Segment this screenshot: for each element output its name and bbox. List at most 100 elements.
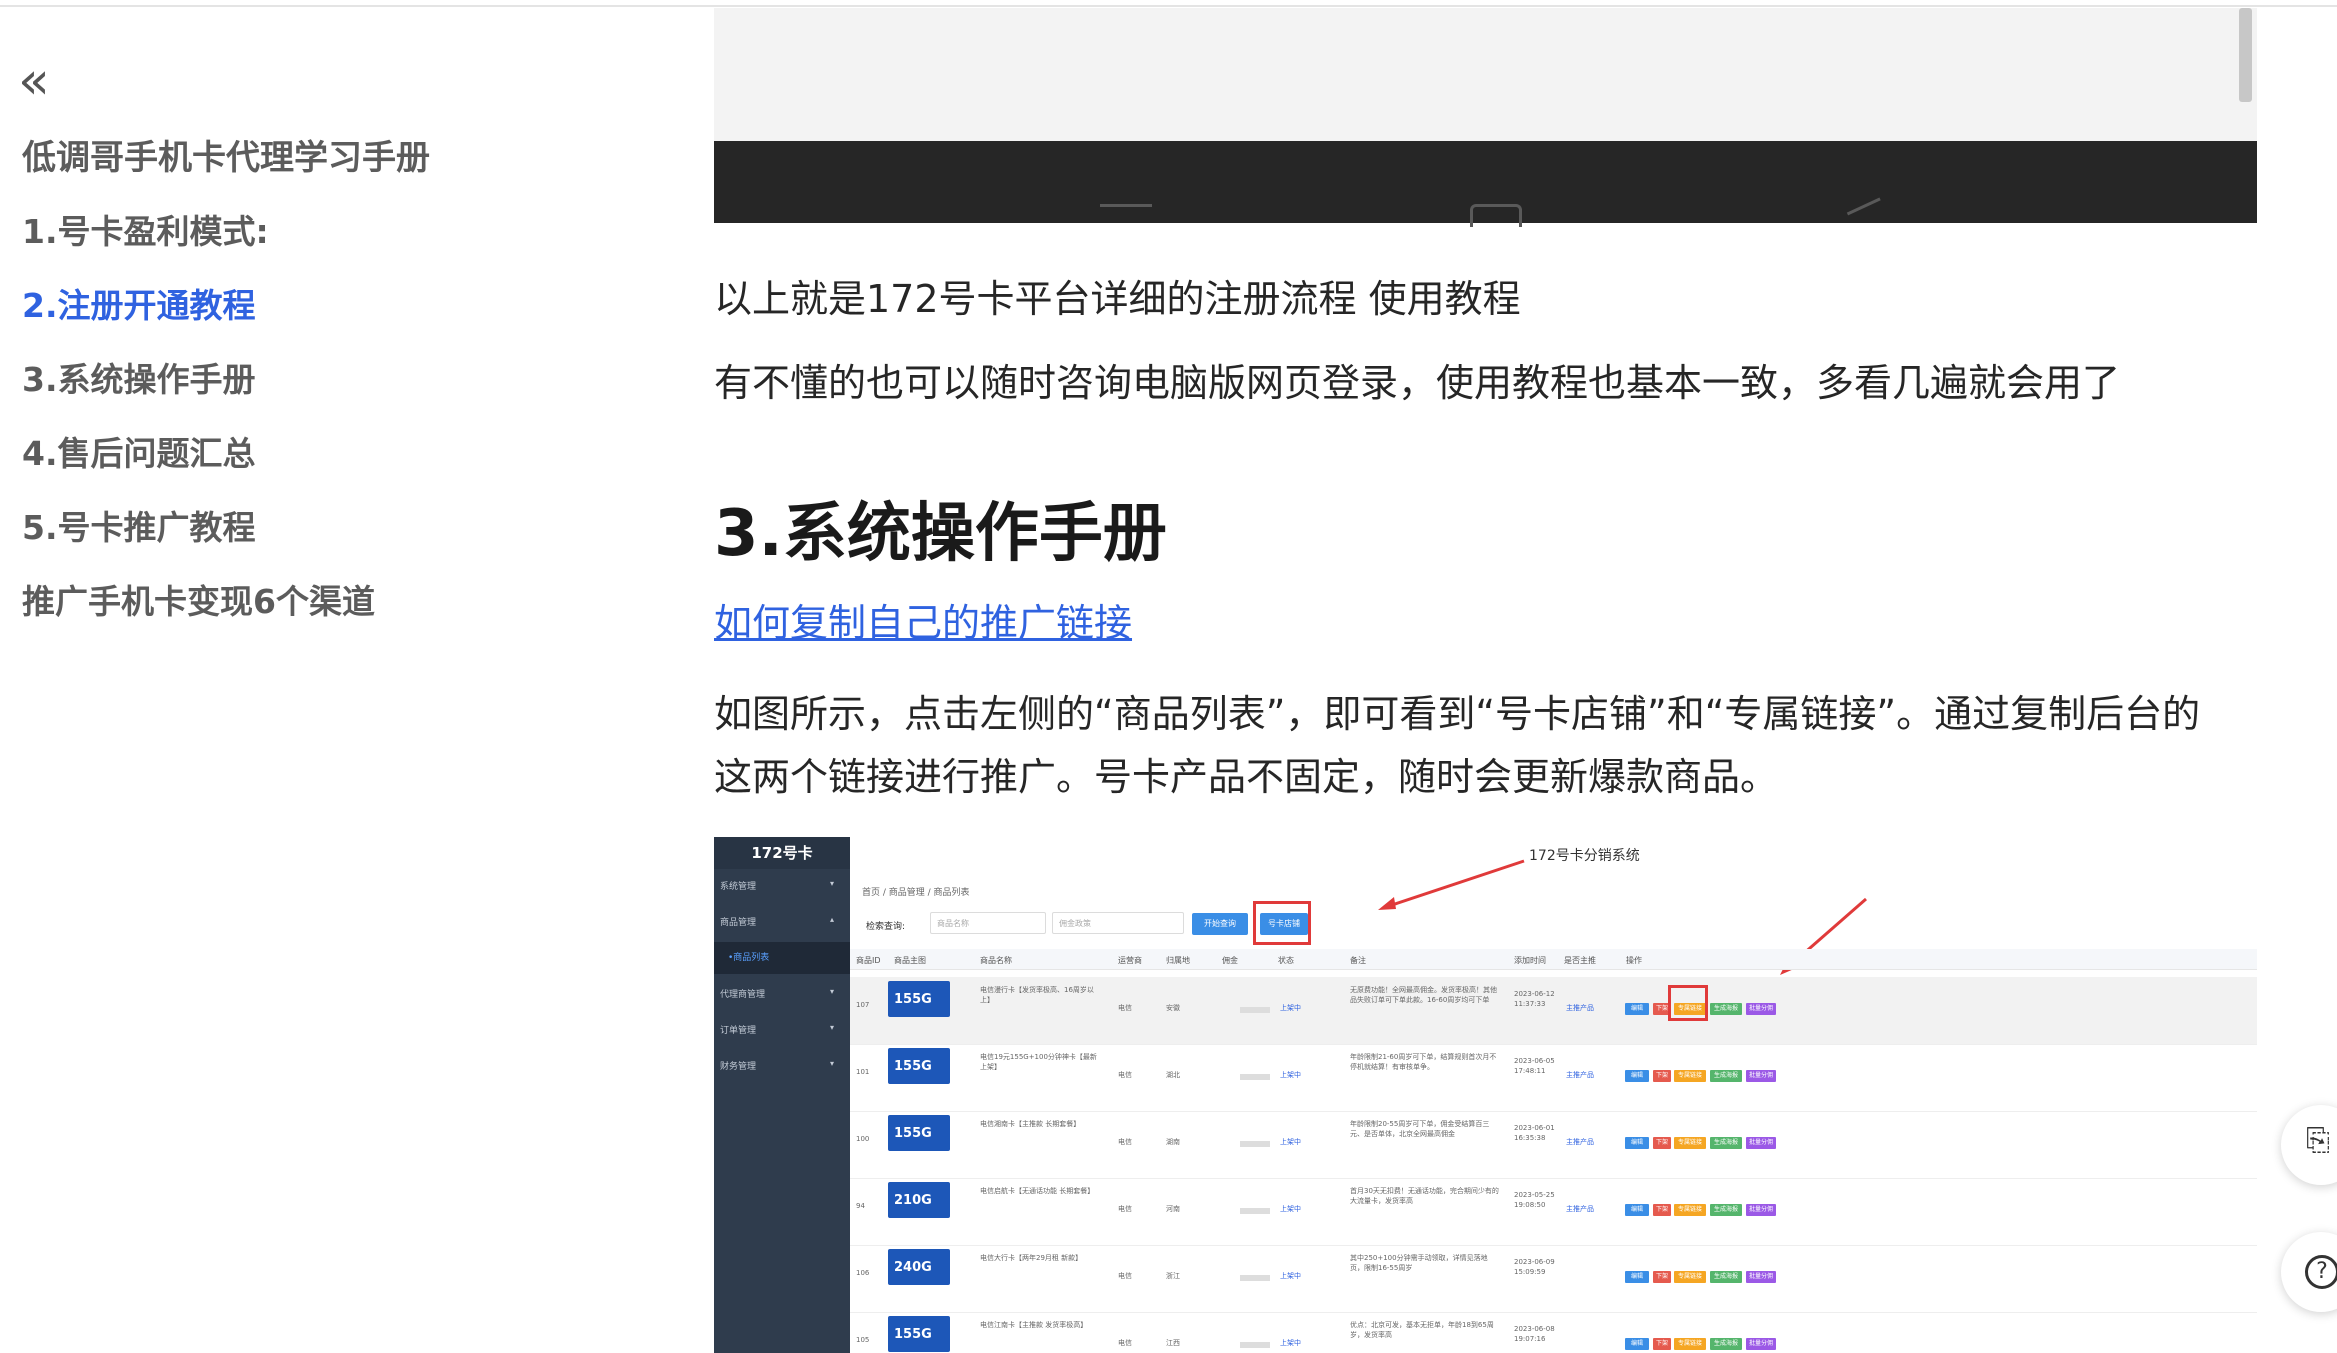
action-button: 生成海报: [1710, 1003, 1742, 1015]
row-id: 101: [856, 1068, 870, 1076]
row-time: 2023-06-05 17:48:11: [1514, 1057, 1555, 1075]
row-id: 106: [856, 1269, 870, 1277]
row-id: 94: [856, 1202, 865, 1210]
data-badge: 155G: [894, 992, 932, 1007]
collapse-sidebar-icon[interactable]: «: [18, 55, 50, 107]
help-float-button[interactable]: ?: [2281, 1232, 2337, 1312]
action-button: 下架: [1653, 1271, 1671, 1283]
action-button: 编辑: [1625, 1003, 1649, 1015]
data-badge: 155G: [894, 1059, 932, 1074]
commission-blurred: [1240, 1074, 1270, 1080]
action-button: 编辑: [1625, 1338, 1649, 1350]
table-row: 107 电信漫行卡【发货率极高、16周岁以上】 电信 安徽 上架中 无原费功能！全网最高佣…: [850, 977, 2257, 1045]
row-note: 年龄限制20-55周岁可下单，佣金受结算百三元、是否单体，北京全网最高佣金: [1350, 1120, 1490, 1138]
row-note: 其中250+100分钟需手动领取，详情见落地页，限制16-55周岁: [1350, 1254, 1488, 1272]
product-thumbnail: 155G: [888, 981, 950, 1017]
commission-blurred: [1240, 1007, 1270, 1013]
action-button: 下架: [1653, 1137, 1671, 1149]
action-button: 专属链接: [1674, 1070, 1706, 1082]
data-badge: 240G: [894, 1260, 932, 1275]
row-operator: 电信: [1118, 1272, 1132, 1280]
paragraph-registration-summary: 以上就是172号卡平台详细的注册流程 使用教程: [714, 277, 1521, 321]
row-recommended: 主推产品: [1566, 1138, 1594, 1146]
row-note: 无原费功能！全网最高佣金。发货率极高！其他品失败订单可下单此款。16-60周岁均…: [1350, 986, 1497, 1004]
menu-nav-icon: [1100, 204, 1152, 227]
table-row: 101 电信19元155G+100分钟神卡【最新上架】 电信 湖北 上架中 年龄限制21-…: [850, 1044, 2257, 1112]
toc-item-promotion[interactable]: 5.号卡推广教程: [22, 501, 256, 549]
col-note: 备注: [1350, 956, 1366, 965]
row-time: 2023-05-25 19:08:50: [1514, 1191, 1555, 1209]
row-name: 电信江南卡【主推款 发货率极高】: [980, 1321, 1088, 1329]
row-operator: 电信: [1118, 1071, 1132, 1079]
paragraph-instructions-line2: 这两个链接进行推广。号卡产品不固定，随时会更新爆款商品。: [714, 755, 1779, 799]
action-button: 生成海报: [1710, 1204, 1742, 1216]
action-button: 专属链接: [1674, 1137, 1706, 1149]
product-thumbnail: 155G: [888, 1115, 950, 1151]
row-recommended: 主推产品: [1566, 1205, 1594, 1213]
row-status: 上架中: [1280, 1205, 1301, 1213]
action-button: 下架: [1653, 1338, 1671, 1350]
row-time: 2023-06-08 19:07:16: [1514, 1325, 1555, 1343]
row-time: 2023-06-12 11:37:33: [1514, 990, 1555, 1008]
table-row: 106 电信大行卡【两年29月租 新款】 电信 浙江 上架中 其中250+100分钟需手动…: [850, 1245, 2257, 1313]
action-button: 批量分佣: [1746, 1137, 1776, 1149]
toc-item-six-channels[interactable]: 推广手机卡变现6个渠道: [22, 575, 375, 623]
row-location: 湖南: [1166, 1138, 1180, 1146]
col-location: 归属地: [1166, 956, 1190, 965]
row-location: 安徽: [1166, 1004, 1180, 1012]
row-operator: 电信: [1118, 1205, 1132, 1213]
document-float-button[interactable]: ⎘: [2281, 1105, 2337, 1185]
commission-select: 佣金政策: [1052, 912, 1184, 934]
action-button: 专属链接: [1674, 1338, 1706, 1350]
row-location: 河南: [1166, 1205, 1180, 1213]
toc-item-system-manual[interactable]: 3.系统操作手册: [22, 353, 256, 401]
action-button: 生成海报: [1710, 1271, 1742, 1283]
col-status: 状态: [1278, 956, 1294, 965]
toc-item-profit-model[interactable]: 1.号卡盈利模式:: [22, 205, 269, 253]
action-button: 批量分佣: [1746, 1070, 1776, 1082]
store-button-highlight: [1253, 901, 1311, 945]
arrow-head: [1378, 897, 1396, 910]
row-note: 首月30天无扣费！无通话功能，完合期间少有的大流量卡，发货率高: [1350, 1187, 1499, 1205]
action-button: 编辑: [1625, 1271, 1649, 1283]
table-row: 100 电信湘南卡【主推款 长期套餐】 电信 湖南 上架中 年龄限制20-55周岁可下单，…: [850, 1111, 2257, 1179]
action-button: 生成海报: [1710, 1338, 1742, 1350]
paragraph-help-note: 有不懂的也可以随时咨询电脑版网页登录，使用教程也基本一致，多看几遍就会用了: [714, 361, 2121, 405]
section-heading: 3.系统操作手册: [714, 497, 1167, 571]
book-title[interactable]: 低调哥手机卡代理学习手册: [22, 130, 430, 179]
help-icon: ?: [2305, 1255, 2337, 1289]
row-id: 100: [856, 1135, 870, 1143]
col-commission: 佣金: [1222, 956, 1238, 965]
commission-blurred: [1240, 1275, 1270, 1281]
commission-blurred: [1240, 1342, 1270, 1348]
action-button: 专属链接: [1674, 1271, 1706, 1283]
row-name: 电信湘南卡【主推款 长期套餐】: [980, 1120, 1081, 1128]
paragraph-instructions-line1: 如图所示，点击左侧的“商品列表”，即可看到“号卡店铺”和“专属链接”。通过复制后…: [714, 692, 2201, 736]
row-time: 2023-06-09 15:09:59: [1514, 1258, 1555, 1276]
commission-blurred: [1240, 1141, 1270, 1147]
table-row: 105 电信江南卡【主推款 发货率极高】 电信 江西 上架中 优点：北京可发，基本无拒单，…: [850, 1312, 2257, 1353]
toc-sidebar: « 低调哥手机卡代理学习手册 1.号卡盈利模式: 2.注册开通教程 3.系统操作…: [0, 0, 560, 1353]
row-time: 2023-06-01 16:35:38: [1514, 1124, 1555, 1142]
col-id: 商品ID: [856, 956, 881, 965]
toc-item-registration[interactable]: 2.注册开通教程: [22, 279, 256, 327]
row-status: 上架中: [1280, 1339, 1301, 1347]
col-image: 商品主图: [894, 956, 926, 965]
product-thumbnail: 240G: [888, 1249, 950, 1285]
toc-item-after-sales[interactable]: 4.售后问题汇总: [22, 427, 256, 475]
copy-promo-link[interactable]: 如何复制自己的推广链接: [714, 592, 1132, 647]
product-thumbnail: 155G: [888, 1048, 950, 1084]
image-scrollbar[interactable]: [2239, 8, 2252, 102]
action-button: 生成海报: [1710, 1137, 1742, 1149]
data-badge: 210G: [894, 1193, 932, 1208]
commission-blurred: [1240, 1208, 1270, 1214]
data-badge: 155G: [894, 1126, 932, 1141]
row-name: 电信大行卡【两年29月租 新款】: [980, 1254, 1083, 1262]
row-id: 105: [856, 1336, 870, 1344]
action-button: 批量分佣: [1746, 1003, 1776, 1015]
product-thumbnail: 210G: [888, 1182, 950, 1218]
col-actions: 操作: [1626, 956, 1642, 965]
document-icon: ⎘: [2306, 1123, 2330, 1158]
row-name: 电信启航卡【无通话功能 长期套餐】: [980, 1187, 1095, 1195]
row-location: 江西: [1166, 1339, 1180, 1347]
